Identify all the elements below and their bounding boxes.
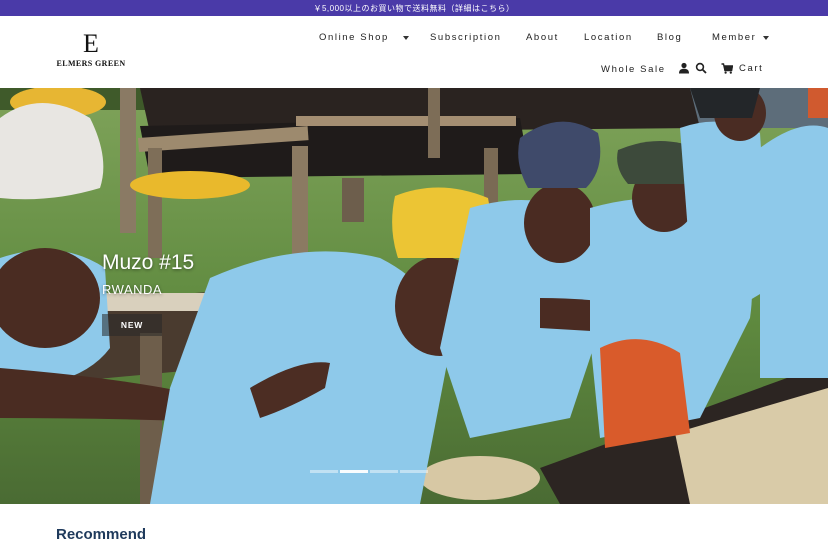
nav-location[interactable]: Location xyxy=(584,32,633,43)
slide-dot[interactable] xyxy=(370,470,398,473)
slide-dot-active[interactable] xyxy=(340,470,368,473)
logo-mark: E xyxy=(83,29,99,58)
cart-button[interactable]: Cart xyxy=(721,63,763,74)
search-button[interactable] xyxy=(695,62,707,74)
new-badge[interactable]: NEW xyxy=(102,314,162,336)
nav-online-shop-label: Online Shop xyxy=(319,32,389,43)
chevron-down-icon xyxy=(402,35,409,40)
nav-subscription-label: Subscription xyxy=(430,32,502,43)
cart-icon xyxy=(721,63,733,74)
slide-indicators xyxy=(310,470,428,473)
nav-location-label: Location xyxy=(584,32,633,43)
nav-whole-sale-label: Whole Sale xyxy=(601,64,666,75)
nav-online-shop[interactable]: Online Shop xyxy=(319,32,409,43)
nav-blog-label: Blog xyxy=(657,32,683,43)
hero-subtitle: RWANDA xyxy=(102,282,163,297)
logo-name: ELMERS GREEN xyxy=(56,59,126,68)
site-header: E ELMERS GREEN Online Shop Subscription … xyxy=(0,16,828,88)
section-heading-recommend: Recommend xyxy=(56,526,147,543)
slide-dot[interactable] xyxy=(310,470,338,473)
chevron-down-icon xyxy=(763,35,770,40)
hero-slideshow[interactable]: Muzo #15 RWANDA NEW xyxy=(0,88,828,504)
nav-subscription[interactable]: Subscription xyxy=(430,32,501,43)
search-icon xyxy=(695,62,707,74)
nav-about[interactable]: About xyxy=(526,32,559,43)
nav-member[interactable]: Member xyxy=(712,32,770,43)
user-icon xyxy=(679,62,689,74)
slide-dot[interactable] xyxy=(400,470,428,473)
announcement-text[interactable]: ￥5,000以上のお買い物で送料無料（詳細はこちら） xyxy=(313,3,514,14)
nav-blog[interactable]: Blog xyxy=(657,32,682,43)
announcement-bar[interactable]: ￥5,000以上のお買い物で送料無料（詳細はこちら） xyxy=(0,0,828,16)
nav-member-label: Member xyxy=(712,32,757,43)
hero-title[interactable]: Muzo #15 xyxy=(102,251,194,275)
nav-about-label: About xyxy=(526,32,559,43)
logo[interactable]: E ELMERS GREEN xyxy=(56,29,126,69)
cart-label: Cart xyxy=(739,63,764,74)
nav-whole-sale[interactable]: Whole Sale xyxy=(601,64,666,75)
account-button[interactable] xyxy=(678,62,690,74)
